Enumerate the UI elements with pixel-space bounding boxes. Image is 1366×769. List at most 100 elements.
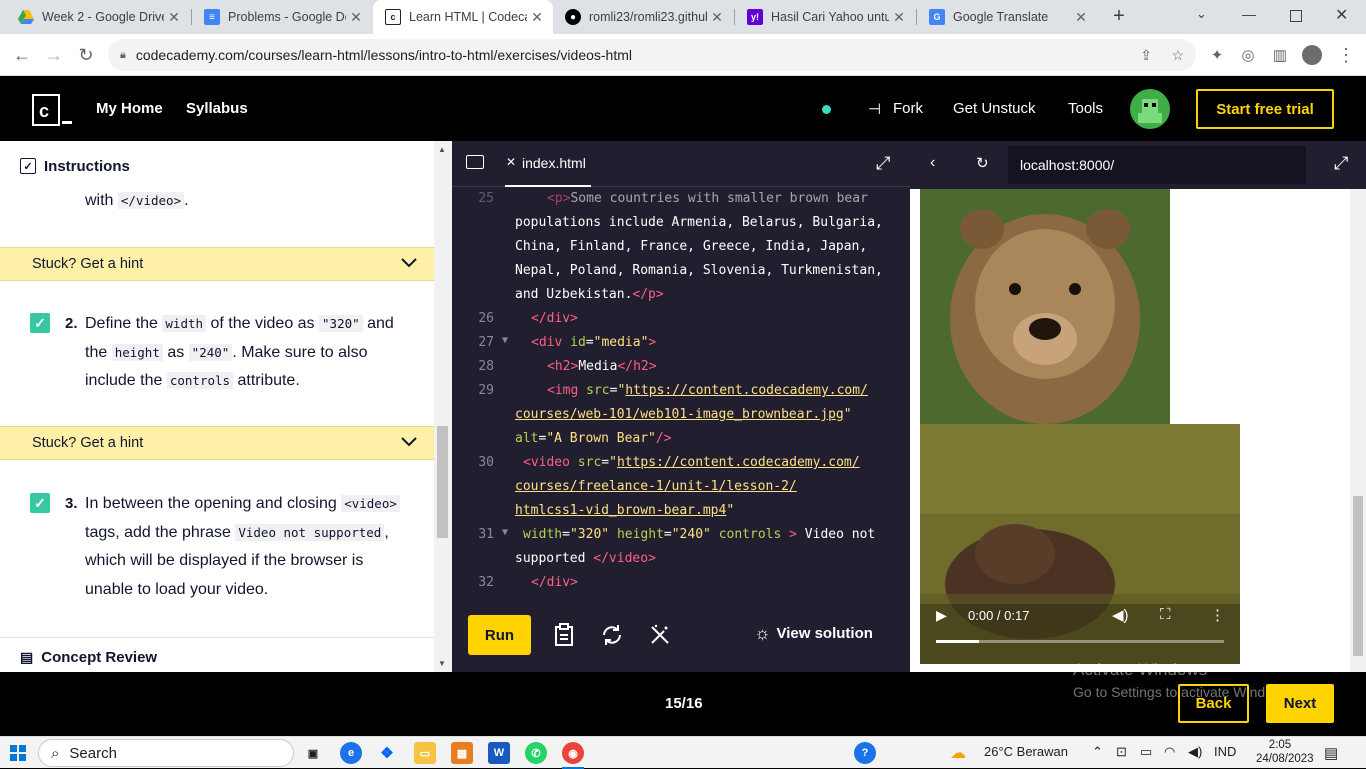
windows-start-icon[interactable] <box>10 745 26 766</box>
bear-video-player[interactable]: ▶ 0:00 / 0:17 ◀) ⛶ ⋮ <box>920 424 1240 664</box>
codecademy-header: c My Home Syllabus ⊣ Fork Get Unstuck To… <box>0 76 1366 141</box>
tools-button[interactable]: Tools <box>1068 100 1103 117</box>
folder-icon[interactable] <box>466 155 484 169</box>
extension-ring-icon[interactable]: ◎ <box>1236 43 1260 67</box>
checkbox-checked-icon[interactable]: ✓ <box>30 313 50 333</box>
get-unstuck-button[interactable]: Get Unstuck <box>953 100 1036 117</box>
preview-reload-icon[interactable]: ↻ <box>976 154 989 172</box>
view-solution-button[interactable]: ☼ View solution <box>754 623 873 644</box>
hint-toggle-2[interactable]: Stuck? Get a hint <box>0 426 434 460</box>
new-tab-icon[interactable]: + <box>1106 5 1132 29</box>
back-button[interactable]: Back <box>1178 684 1249 723</box>
dropbox-icon[interactable]: ❖ <box>376 742 398 764</box>
back-arrow-icon[interactable]: ← <box>10 43 34 67</box>
clipboard-icon[interactable] <box>552 623 576 647</box>
status-dot <box>822 105 831 114</box>
extensions-icon[interactable]: ✦ <box>1205 43 1229 67</box>
sidebar-icon[interactable]: ▥ <box>1268 43 1292 67</box>
close-icon[interactable]: ✕ <box>889 9 909 26</box>
refresh-icon[interactable] <box>600 623 624 647</box>
nav-syllabus[interactable]: Syllabus <box>186 100 248 117</box>
more-options-icon[interactable]: ⋮ <box>1210 606 1225 624</box>
scrollbar-thumb[interactable] <box>437 426 448 538</box>
whatsapp-icon[interactable]: ✆ <box>525 742 547 764</box>
close-icon[interactable]: ✕ <box>707 9 727 26</box>
tray-chevron-icon[interactable]: ⌃ <box>1092 744 1103 760</box>
preview-back-icon[interactable]: ‹ <box>930 154 935 172</box>
wifi-icon[interactable]: ◠ <box>1164 744 1175 760</box>
preview-expand-icon[interactable]: ⤢ <box>1334 153 1348 174</box>
bookmark-star-icon[interactable]: ☆ <box>1171 47 1184 64</box>
url-bar[interactable]: 🔒︎ codecademy.com/courses/learn-html/les… <box>108 39 1196 71</box>
taskbar-search-label: Search <box>69 744 117 762</box>
app-icon[interactable]: ▦ <box>451 742 473 764</box>
task-2: ✓ 2. Define the width of the video as "3… <box>30 310 410 396</box>
fullscreen-icon[interactable]: ⛶ <box>1160 606 1171 623</box>
close-icon[interactable]: ✕ <box>164 9 184 26</box>
file-explorer-icon[interactable]: ▭ <box>414 742 436 764</box>
next-button[interactable]: Next <box>1266 684 1334 723</box>
tab-title: Hasil Cari Yahoo untuk <box>771 10 889 24</box>
maximize-icon[interactable] <box>1290 10 1302 22</box>
task-view-icon[interactable]: ▣ <box>302 742 324 764</box>
code-line-29: <img src="https://content.codecademy.com… <box>547 383 868 398</box>
code-line-28: <h2>Media</h2> <box>547 359 657 374</box>
close-icon[interactable]: ✕ <box>527 9 547 26</box>
instructions-header[interactable]: ✓ Instructions <box>0 141 434 191</box>
minimize-icon[interactable]: — <box>1242 6 1256 22</box>
close-icon[interactable]: ✕ <box>346 9 366 26</box>
code-line-32: </div> <box>531 575 578 590</box>
magic-wand-icon[interactable] <box>648 623 672 647</box>
tab-search-icon[interactable]: ⌄ <box>1196 6 1207 22</box>
help-icon[interactable]: ? <box>854 742 876 764</box>
start-free-trial-button[interactable]: Start free trial <box>1196 89 1334 129</box>
expand-icon[interactable]: ⤢ <box>876 153 890 174</box>
window-close-icon[interactable]: ✕ <box>1335 5 1348 25</box>
fold-arrow-icon[interactable]: ▼ <box>502 527 508 538</box>
code-area[interactable]: 25 <p>Some countries with smaller brown … <box>452 187 910 595</box>
tab-google-docs[interactable]: ≡ Problems - Google Docs ✕ <box>192 0 372 34</box>
preview-url-field[interactable]: localhost:8000/ <box>1008 146 1306 184</box>
tab-yahoo[interactable]: y! Hasil Cari Yahoo untuk ✕ <box>735 0 915 34</box>
edge-icon[interactable]: e <box>340 742 362 764</box>
fold-arrow-icon[interactable]: ▼ <box>502 335 508 346</box>
share-icon[interactable]: ⇪ <box>1140 47 1152 64</box>
weather-text[interactable]: 26°C Berawan <box>984 744 1068 759</box>
menu-dots-icon[interactable]: ⋮ <box>1334 43 1358 67</box>
forward-arrow-icon[interactable]: → <box>42 43 66 67</box>
concept-review-header[interactable]: ▤ Concept Review <box>0 637 434 672</box>
speaker-icon[interactable]: ◀) <box>1188 744 1202 760</box>
tab-github[interactable]: ● romli23/romli23.github.io ✕ <box>553 0 733 34</box>
code-line-27: <div id="media"> <box>531 335 657 350</box>
language-indicator[interactable]: IND <box>1214 744 1236 759</box>
google-translate-icon: G <box>929 9 945 25</box>
tab-title: Problems - Google Docs <box>228 10 346 24</box>
taskbar-search[interactable]: ⌕ Search <box>38 739 294 767</box>
hint-toggle-1[interactable]: Stuck? Get a hint <box>0 247 434 281</box>
checkbox-checked-icon[interactable]: ✓ <box>30 493 50 513</box>
close-icon[interactable]: ✕ <box>1071 9 1091 26</box>
user-avatar[interactable] <box>1130 89 1170 129</box>
clock[interactable]: 2:05 24/08/2023 <box>1256 738 1314 766</box>
tray-app-icon[interactable]: ⊡ <box>1116 744 1127 760</box>
run-button[interactable]: Run <box>468 615 531 655</box>
fork-button[interactable]: Fork <box>893 100 923 117</box>
volume-icon[interactable]: ◀) <box>1112 606 1129 624</box>
nav-my-home[interactable]: My Home <box>96 100 163 117</box>
preview-scrollbar-thumb[interactable] <box>1353 496 1363 656</box>
notifications-icon[interactable]: ▤ <box>1324 744 1338 762</box>
video-progress-track[interactable] <box>936 640 1224 643</box>
tab-google-drive[interactable]: Week 2 - Google Drive ✕ <box>6 0 190 34</box>
instructions-scrollbar[interactable]: ▲ ▼ <box>434 141 452 672</box>
tab-google-translate[interactable]: G Google Translate ✕ <box>917 0 1097 34</box>
battery-icon[interactable]: ▭ <box>1140 744 1152 760</box>
codecademy-logo[interactable]: c <box>32 94 72 126</box>
profile-avatar[interactable] <box>1300 43 1324 67</box>
file-tab-index[interactable]: index.html <box>522 155 586 171</box>
reload-icon[interactable]: ↻ <box>74 43 98 67</box>
play-icon[interactable]: ▶ <box>936 607 947 624</box>
chrome-icon[interactable]: ◉ <box>562 742 584 764</box>
tab-codecademy[interactable]: c Learn HTML | Codecademy ✕ <box>373 0 553 34</box>
close-file-icon[interactable]: ✕ <box>506 155 516 169</box>
word-icon[interactable]: W <box>488 742 510 764</box>
